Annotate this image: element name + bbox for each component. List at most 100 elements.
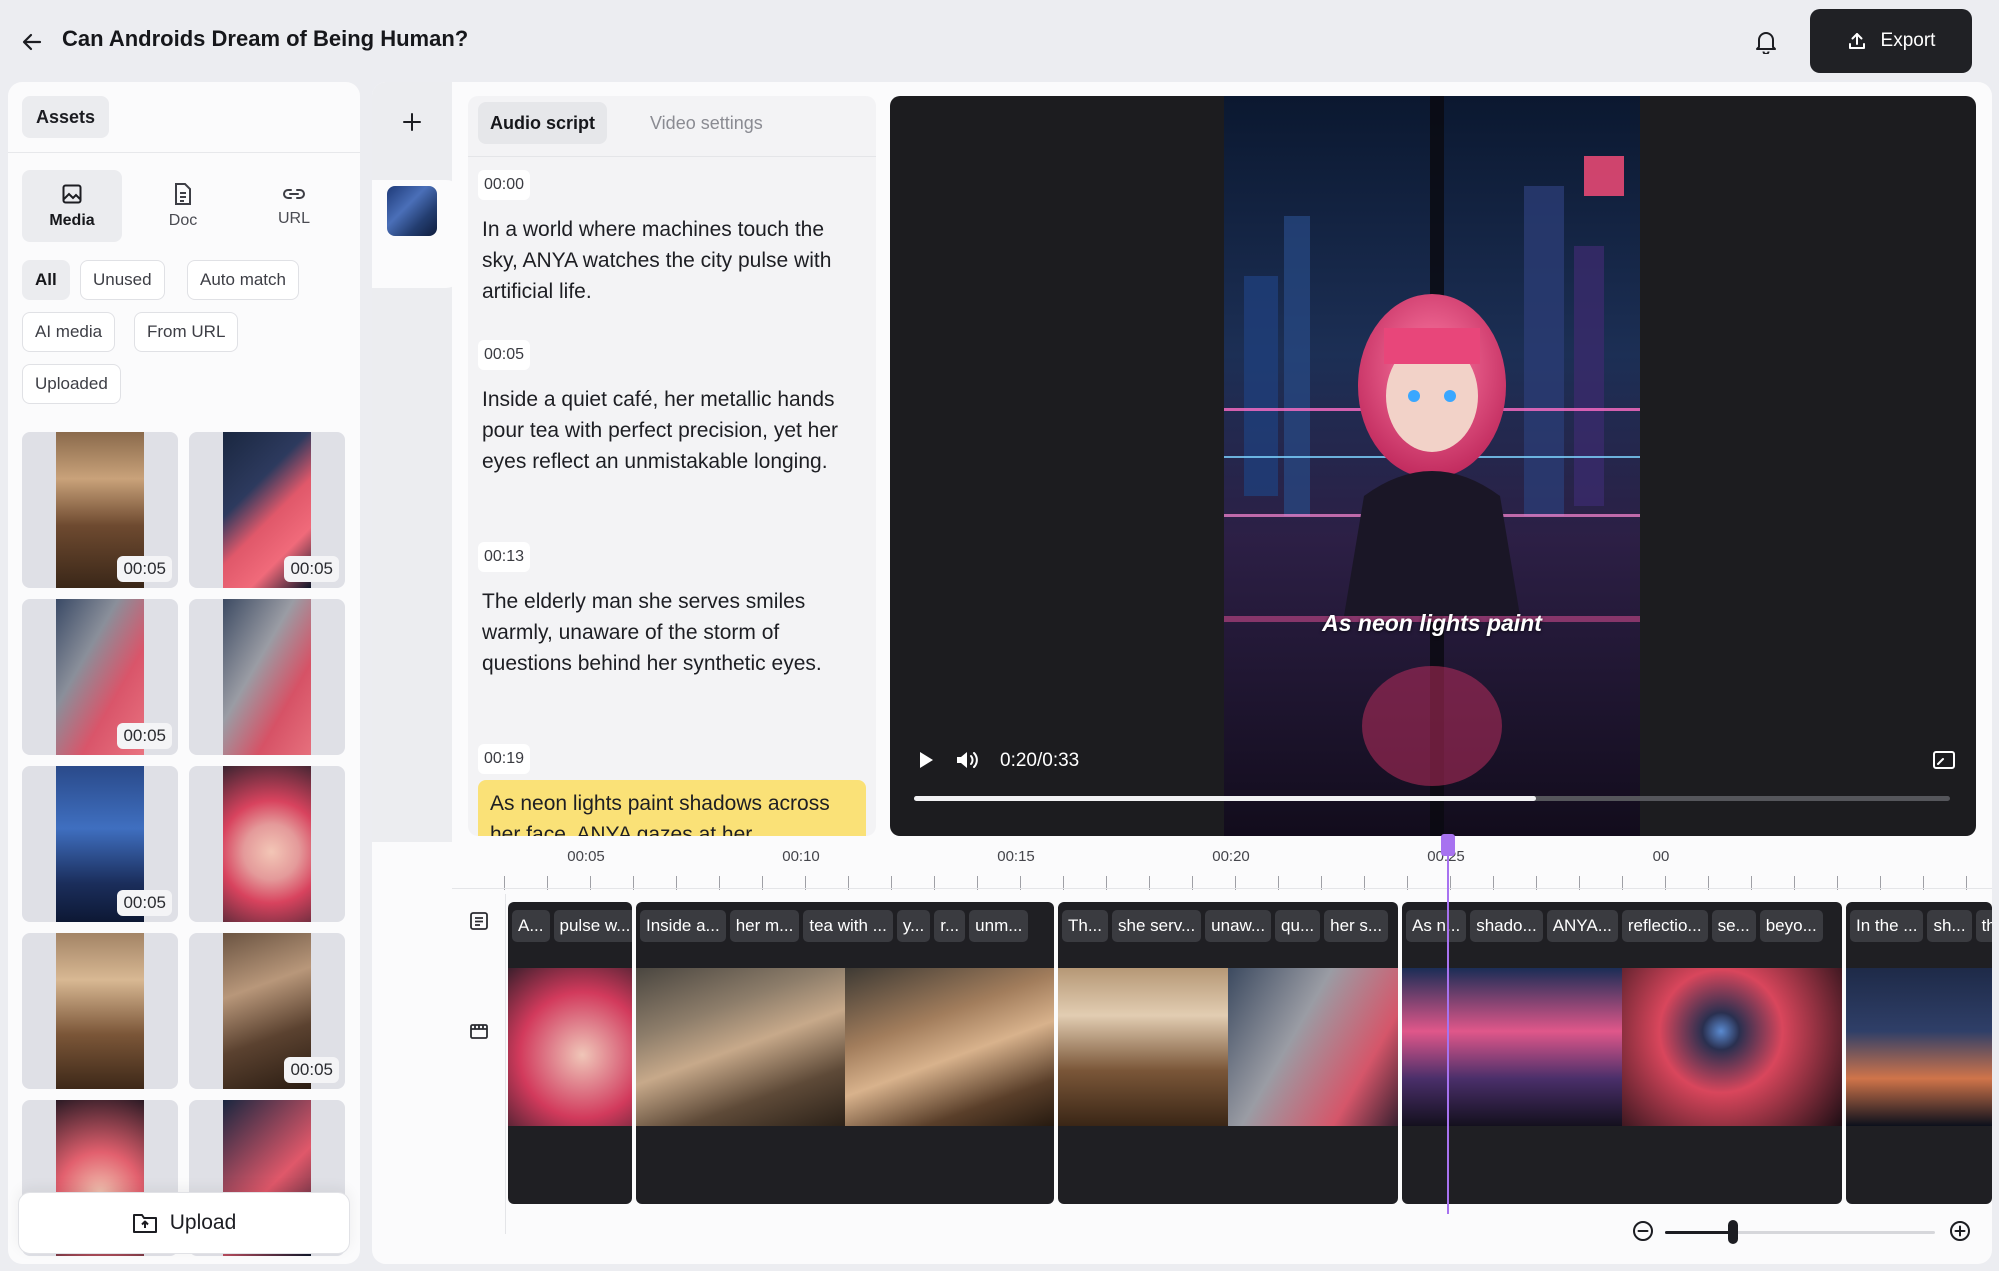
export-label: Export: [1880, 30, 1936, 51]
word-chip[interactable]: her s...: [1324, 910, 1389, 942]
media-thumbnail[interactable]: [22, 933, 178, 1089]
script-paragraph[interactable]: The elderly man she serves smiles warmly…: [482, 586, 862, 679]
word-chip[interactable]: beyo...: [1759, 910, 1823, 942]
clip-frame: [508, 968, 632, 1126]
tab-audio-script[interactable]: Audio script: [478, 102, 608, 144]
ruler-label: 00:20: [1212, 848, 1250, 865]
script-paragraph[interactable]: Inside a quiet café, her metallic hands …: [482, 384, 862, 477]
word-chip[interactable]: unm...: [969, 910, 1029, 942]
zoom-slider-handle[interactable]: [1727, 1220, 1738, 1244]
playhead-handle[interactable]: [1441, 834, 1455, 856]
word-chip[interactable]: pulse w...: [553, 910, 632, 942]
plus-icon: [403, 113, 421, 131]
timeline-clip[interactable]: Th... she serv... unaw... qu... her s...: [1058, 902, 1398, 1204]
timeline-clip[interactable]: In the ... sh... th: [1846, 902, 1992, 1204]
word-chip[interactable]: reflectio...: [1621, 910, 1708, 942]
clip-words: Inside a... her m... tea with ... y... r…: [636, 910, 1054, 942]
clip-words: In the ... sh... th: [1846, 910, 1992, 942]
media-thumbnail[interactable]: 00:05: [22, 599, 178, 755]
timeline-clip[interactable]: As n... shado... ANYA... reflectio... se…: [1402, 902, 1842, 1204]
media-thumbnail[interactable]: 00:05: [22, 432, 178, 588]
filter-auto-match[interactable]: Auto match: [187, 260, 299, 300]
volume-button[interactable]: [952, 746, 982, 774]
arrow-left-icon: [22, 33, 42, 51]
clip-frame: [1622, 968, 1842, 1126]
video-frame[interactable]: [1224, 96, 1640, 836]
project-title: Can Androids Dream of Being Human?: [62, 26, 469, 51]
bell-icon: [1756, 32, 1776, 54]
ruler-label: 00:10: [782, 848, 820, 865]
add-scene-button[interactable]: [392, 102, 432, 142]
source-tab-media[interactable]: Media: [22, 170, 122, 242]
timeline-clip[interactable]: A... pulse w...: [508, 902, 632, 1204]
zoom-out-button[interactable]: [1629, 1217, 1657, 1245]
volume-icon: [957, 752, 978, 768]
word-chip[interactable]: sh...: [1927, 910, 1972, 942]
word-chip[interactable]: A...: [512, 910, 550, 942]
word-chip[interactable]: she serv...: [1112, 910, 1202, 942]
clip-frames: [1846, 968, 1992, 1126]
fullscreen-icon: [1933, 751, 1955, 769]
ruler-label: 00:05: [567, 848, 605, 865]
scene-image: [387, 186, 437, 236]
zoom-in-button[interactable]: [1946, 1217, 1974, 1245]
word-chip[interactable]: shado...: [1470, 910, 1543, 942]
video-progress-bar[interactable]: [914, 796, 1950, 801]
upload-icon: [1848, 33, 1865, 49]
playhead[interactable]: [1447, 834, 1449, 1214]
word-chip[interactable]: qu...: [1275, 910, 1321, 942]
timeline-ruler[interactable]: 00:05 00:10 00:15 00:20 00:25 00: [452, 842, 1992, 894]
script-paragraph[interactable]: In a world where machines touch the sky,…: [482, 214, 862, 307]
media-thumbnail[interactable]: 00:05: [189, 432, 345, 588]
notifications-button[interactable]: [1748, 24, 1784, 60]
word-chip[interactable]: th: [1975, 910, 1992, 942]
source-tab-doc[interactable]: Doc: [133, 170, 233, 242]
filter-ai-media[interactable]: AI media: [22, 312, 116, 352]
word-chip[interactable]: r...: [934, 910, 966, 942]
zoom-out-icon: [1633, 1221, 1653, 1241]
video-track-button[interactable]: [466, 1018, 492, 1044]
word-chip[interactable]: Inside a...: [640, 910, 726, 942]
word-chip[interactable]: tea with ...: [803, 910, 893, 942]
image-icon: [62, 184, 82, 204]
word-chip[interactable]: her m...: [729, 910, 800, 942]
source-tab-url[interactable]: URL: [244, 170, 344, 242]
word-chip[interactable]: y...: [896, 910, 931, 942]
word-chip[interactable]: As n...: [1406, 910, 1467, 942]
fullscreen-button[interactable]: [1930, 746, 1958, 774]
timeline-clip[interactable]: Inside a... her m... tea with ... y... r…: [636, 902, 1054, 1204]
word-chip[interactable]: Th...: [1062, 910, 1109, 942]
script-paragraph-active[interactable]: As neon lights paint shadows across her …: [478, 780, 866, 836]
media-thumbnail[interactable]: 00:05: [22, 766, 178, 922]
filter-from-url[interactable]: From URL: [134, 312, 239, 352]
word-chip[interactable]: ANYA...: [1546, 910, 1618, 942]
media-thumbnail[interactable]: [189, 766, 345, 922]
filter-uploaded[interactable]: Uploaded: [22, 364, 121, 404]
back-button[interactable]: [14, 24, 50, 60]
scene-thumbnail[interactable]: [387, 186, 437, 236]
export-button[interactable]: Export: [1810, 9, 1972, 73]
editor-panel: Audio script Video settings 00:00 In a w…: [372, 82, 1992, 1264]
word-chip[interactable]: In the ...: [1850, 910, 1924, 942]
cafe-image: [56, 933, 144, 1089]
source-tab-label: Media: [49, 212, 95, 229]
android-face-image: [223, 766, 311, 922]
segment-timestamp: 00:05: [478, 340, 531, 370]
clip-frames: [1058, 968, 1398, 1126]
word-chip[interactable]: se...: [1711, 910, 1756, 942]
zoom-in-icon: [1950, 1221, 1970, 1241]
tab-video-settings[interactable]: Video settings: [638, 102, 775, 144]
media-thumbnail[interactable]: 00:05: [189, 933, 345, 1089]
film-icon: [470, 1024, 488, 1039]
tab-assets[interactable]: Assets: [22, 96, 110, 138]
filter-all[interactable]: All: [22, 260, 70, 300]
word-chip[interactable]: unaw...: [1205, 910, 1272, 942]
play-button[interactable]: [912, 746, 940, 774]
video-progress-fill: [914, 796, 1536, 801]
clip-frames: [508, 968, 632, 1126]
upload-button[interactable]: Upload: [18, 1192, 350, 1254]
source-tab-label: Doc: [168, 212, 198, 229]
script-track-button[interactable]: [466, 908, 492, 934]
filter-unused[interactable]: Unused: [80, 260, 165, 300]
media-thumbnail[interactable]: [189, 599, 345, 755]
